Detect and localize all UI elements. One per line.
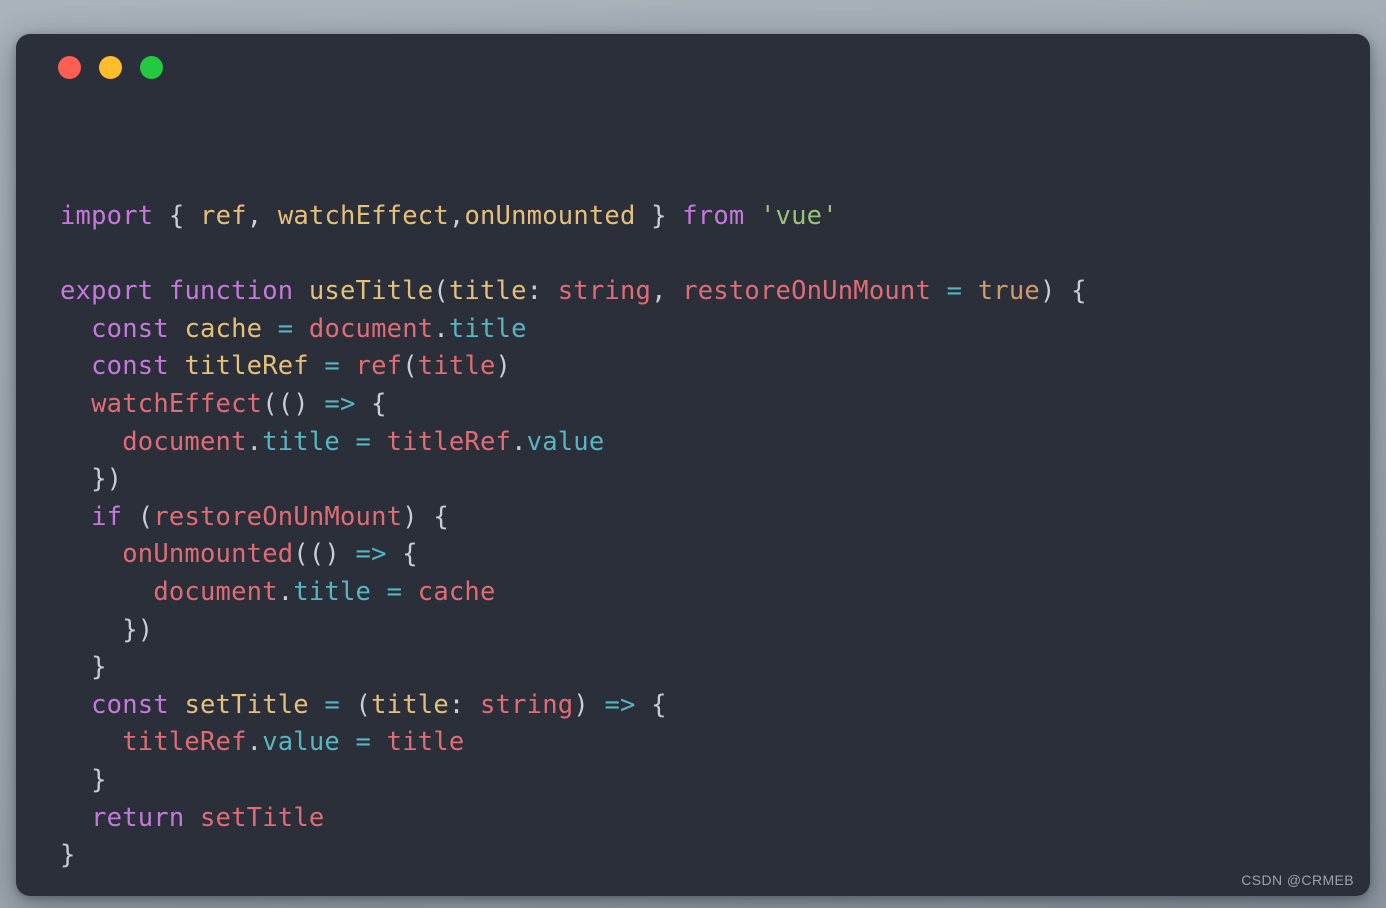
- maximize-window-button[interactable]: [140, 55, 163, 79]
- code-editor-area[interactable]: import { ref, watchEffect,onUnmounted } …: [16, 100, 1370, 896]
- watermark-label: CSDN @CRMEB: [1241, 872, 1354, 888]
- code-snippet-card: import { ref, watchEffect,onUnmounted } …: [16, 34, 1370, 896]
- window-titlebar: [16, 34, 1370, 100]
- source-code-block: import { ref, watchEffect,onUnmounted } …: [60, 201, 1087, 871]
- close-window-button[interactable]: [58, 55, 81, 79]
- minimize-window-button[interactable]: [99, 55, 122, 79]
